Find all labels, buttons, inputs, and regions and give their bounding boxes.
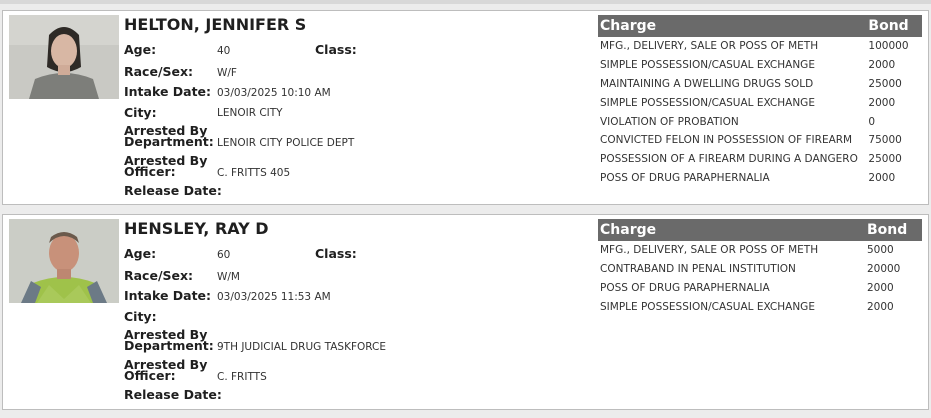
charge-row: POSS OF DRUG PARAPHERNALIA 2000 <box>598 279 922 298</box>
charge-cell: SIMPLE POSSESSION/CASUAL EXCHANGE <box>600 300 815 313</box>
charge-cell: POSSESSION OF A FIREARM DURING A DANGERO <box>600 153 858 166</box>
age-label: Age: <box>124 246 157 261</box>
bond-cell: 100000 <box>868 40 909 53</box>
race-sex-value: W/M <box>217 271 240 283</box>
intake-date-value: 03/03/2025 10:10 AM <box>217 87 331 99</box>
charge-row: MFG., DELIVERY, SALE OR POSS OF METH 5000 <box>598 241 922 260</box>
inmate-card: HENSLEY, RAY D Age: 60 Class: Race/Sex: … <box>2 214 929 410</box>
age-value: 40 <box>217 45 231 57</box>
charge-cell: MFG., DELIVERY, SALE OR POSS OF METH <box>600 244 819 257</box>
arrested-by-officer-label: Arrested By Officer: <box>124 358 207 382</box>
department-text: Department: <box>124 338 214 353</box>
charge-cell: CONTRABAND IN PENAL INSTITUTION <box>600 263 796 276</box>
intake-date-value: 03/03/2025 11:53 AM <box>217 291 331 303</box>
charge-cell: POSS OF DRUG PARAPHERNALIA <box>600 281 770 294</box>
bond-header: Bond <box>866 15 922 37</box>
race-sex-label: Race/Sex: <box>124 268 194 283</box>
race-sex-value: W/F <box>217 67 237 79</box>
charge-cell: SIMPLE POSSESSION/CASUAL EXCHANGE <box>600 59 815 72</box>
charge-row: CONTRABAND IN PENAL INSTITUTION 20000 <box>598 260 922 279</box>
bond-header: Bond <box>864 219 922 241</box>
bond-cell: 2000 <box>866 281 894 294</box>
charge-header: Charge <box>598 15 867 37</box>
charge-cell: SIMPLE POSSESSION/CASUAL EXCHANGE <box>600 96 815 109</box>
charge-row: CONVICTED FELON IN POSSESSION OF FIREARM… <box>598 131 922 150</box>
bond-cell: 0 <box>868 115 876 128</box>
intake-date-label: Intake Date: <box>124 288 212 303</box>
inmate-name[interactable]: HENSLEY, RAY D <box>124 219 269 238</box>
charge-row: SIMPLE POSSESSION/CASUAL EXCHANGE 2000 <box>598 297 922 316</box>
class-label: Class: <box>315 42 357 57</box>
release-date-label: Release Date: <box>124 183 222 198</box>
age-label: Age: <box>124 42 157 57</box>
charge-header: Charge <box>598 219 865 241</box>
charge-cell: MFG., DELIVERY, SALE OR POSS OF METH <box>600 40 819 53</box>
charge-cell: POSS OF DRUG PARAPHERNALIA <box>600 171 770 184</box>
charge-row: VIOLATION OF PROBATION 0 <box>598 112 922 131</box>
arrested-by-department-label: Arrested By Department: <box>124 328 214 353</box>
arrested-by-department-label: Arrested By Department: <box>124 124 214 149</box>
city-value: LENOIR CITY <box>217 107 283 119</box>
charge-row: MAINTAINING A DWELLING DRUGS SOLD 25000 <box>598 75 922 94</box>
charge-cell: VIOLATION OF PROBATION <box>600 115 739 128</box>
race-sex-label: Race/Sex: <box>124 64 194 79</box>
bond-cell: 25000 <box>868 77 902 90</box>
charge-cell: MAINTAINING A DWELLING DRUGS SOLD <box>600 77 814 90</box>
charge-table: Charge Bond MFG., DELIVERY, SALE OR POSS… <box>598 15 922 187</box>
bond-cell: 2000 <box>868 59 896 72</box>
inmate-card: HELTON, JENNIFER S Age: 40 Class: Race/S… <box>2 10 929 205</box>
top-strip <box>0 0 931 4</box>
arrested-by-officer-label: Arrested By Officer: <box>124 154 207 178</box>
department-value: 9TH JUDICIAL DRUG TASKFORCE <box>217 341 387 353</box>
city-label: City: <box>124 309 157 324</box>
bond-cell: 2000 <box>868 96 896 109</box>
bond-cell: 2000 <box>868 171 896 184</box>
charge-row: SIMPLE POSSESSION/CASUAL EXCHANGE 2000 <box>598 93 922 112</box>
charge-row: SIMPLE POSSESSION/CASUAL EXCHANGE 2000 <box>598 56 922 75</box>
charge-row: POSS OF DRUG PARAPHERNALIA 2000 <box>598 169 922 188</box>
inmate-name[interactable]: HELTON, JENNIFER S <box>124 15 306 34</box>
class-label: Class: <box>315 246 357 261</box>
officer-value: C. FRITTS 405 <box>217 167 291 179</box>
charge-row: MFG., DELIVERY, SALE OR POSS OF METH 1000… <box>598 37 922 56</box>
release-date-label: Release Date: <box>124 387 222 402</box>
bond-cell: 20000 <box>866 263 901 276</box>
bond-cell: 5000 <box>866 244 894 257</box>
city-label: City: <box>124 105 157 120</box>
officer-value: C. FRITTS <box>217 371 267 383</box>
mugshot-photo[interactable] <box>9 219 119 303</box>
bond-cell: 25000 <box>868 153 902 166</box>
age-value: 60 <box>217 249 231 261</box>
department-value: LENOIR CITY POLICE DEPT <box>217 137 355 149</box>
bond-cell: 75000 <box>868 134 902 147</box>
department-text: Department: <box>124 134 214 149</box>
charge-table: Charge Bond MFG., DELIVERY, SALE OR POSS… <box>598 219 922 316</box>
charge-row: POSSESSION OF A FIREARM DURING A DANGERO… <box>598 150 922 169</box>
charge-cell: CONVICTED FELON IN POSSESSION OF FIREARM <box>600 134 853 147</box>
bond-cell: 2000 <box>866 300 894 313</box>
mugshot-photo[interactable] <box>9 15 119 99</box>
intake-date-label: Intake Date: <box>124 84 212 99</box>
